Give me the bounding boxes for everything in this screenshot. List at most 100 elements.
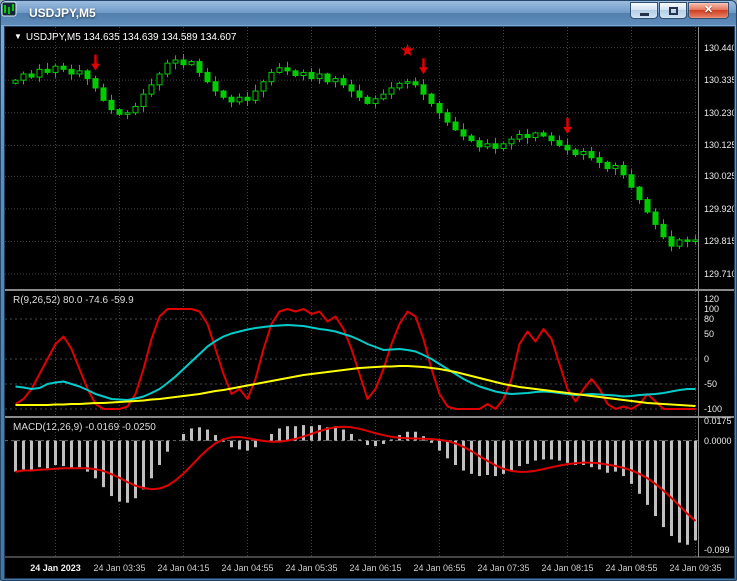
candle-body xyxy=(124,112,131,115)
candle-body xyxy=(556,140,563,146)
candle-body xyxy=(676,239,683,247)
candle-body xyxy=(532,132,539,139)
time-label: 24 Jan 08:15 xyxy=(541,563,594,573)
candle-body xyxy=(20,73,27,81)
price-label: 129.710 xyxy=(704,269,735,280)
sell-arrow-head-icon xyxy=(563,126,572,134)
close-button[interactable]: ✕ xyxy=(688,2,729,19)
candle-body xyxy=(612,164,619,170)
oscillator-scale-label: -100 xyxy=(704,404,723,414)
candle-body xyxy=(92,78,99,89)
star-icon xyxy=(400,43,415,57)
candle-body xyxy=(476,140,483,148)
candle-body xyxy=(604,161,611,170)
chart-info: ▼ USDJPY,M5 134.635 134.639 134.589 134.6… xyxy=(14,32,236,43)
candle-body xyxy=(300,71,307,77)
price-label: 130.440 xyxy=(704,42,735,53)
candle-body xyxy=(100,87,107,101)
time-label: 24 Jan 2023 xyxy=(30,563,81,573)
candle-body xyxy=(380,93,387,100)
candle-body xyxy=(596,157,603,163)
time-label: 24 Jan 06:55 xyxy=(413,563,466,573)
app-icon-image xyxy=(1,1,17,17)
candle-body xyxy=(508,138,515,145)
candle-body xyxy=(652,211,659,225)
time-label: 24 Jan 07:35 xyxy=(477,563,530,573)
candle-body xyxy=(316,73,323,80)
time-label: 24 Jan 06:15 xyxy=(349,563,402,573)
price-label: 130.335 xyxy=(704,75,735,86)
candle-body xyxy=(172,59,179,64)
candle-body xyxy=(156,73,163,86)
candle-body xyxy=(396,82,403,89)
time-label: 24 Jan 05:35 xyxy=(285,563,338,573)
candle-body xyxy=(588,151,595,159)
candle-body xyxy=(484,143,491,148)
minimize-icon xyxy=(639,12,649,16)
candle-body xyxy=(188,61,195,66)
price-label: 130.025 xyxy=(704,171,735,182)
candle-body xyxy=(564,144,571,151)
candle-body xyxy=(180,59,187,66)
title-bar[interactable]: USDJPY,M5 ✕ xyxy=(1,1,736,25)
candle-body xyxy=(636,186,643,201)
candle-body xyxy=(196,61,203,73)
candle-body xyxy=(212,81,219,92)
candle-body xyxy=(140,93,147,108)
candle-body xyxy=(308,71,315,80)
symbol-dropdown-icon[interactable]: ▼ xyxy=(14,32,22,41)
minimize-button[interactable] xyxy=(630,2,658,19)
candle-body xyxy=(60,65,67,70)
sell-arrow-head-icon xyxy=(91,63,100,71)
candle-body xyxy=(76,70,83,75)
time-label: 24 Jan 08:55 xyxy=(605,563,658,573)
oscillator-scale-label: 0 xyxy=(704,354,710,364)
candle-body xyxy=(116,109,123,115)
macd-scale-label: -0.099 xyxy=(704,545,730,556)
chart-area[interactable]: ▼ USDJPY,M5 134.635 134.639 134.589 134.6… xyxy=(4,26,735,579)
candle-body xyxy=(236,96,243,103)
candle-body xyxy=(468,135,475,142)
window-title: USDJPY,M5 xyxy=(29,6,96,20)
candle-body xyxy=(668,236,675,247)
candle-body xyxy=(524,133,531,139)
price-label: 130.125 xyxy=(704,140,735,151)
price-label: 129.815 xyxy=(704,236,735,247)
time-label: 24 Jan 04:15 xyxy=(157,563,210,573)
candle-body xyxy=(492,143,499,149)
sell-arrow-head-icon xyxy=(419,67,428,75)
candle-body xyxy=(108,99,115,111)
candle-body xyxy=(548,135,555,142)
candle-body xyxy=(332,78,339,83)
maximize-button[interactable] xyxy=(659,2,687,19)
oscillator-scale-label: 100 xyxy=(704,304,720,314)
candle-body xyxy=(284,67,291,72)
candle-body xyxy=(628,174,635,188)
candle-body xyxy=(252,90,259,101)
app-window: USDJPY,M5 ✕ ▼ USDJPY,M5 134.635 134.639 1… xyxy=(0,0,737,581)
candle-body xyxy=(228,96,235,103)
candle-body xyxy=(644,199,651,213)
candle-body xyxy=(364,96,371,104)
candle-body xyxy=(244,96,251,101)
candle-body xyxy=(28,73,35,78)
time-label: 24 Jan 09:35 xyxy=(669,563,722,573)
candle-body xyxy=(84,70,91,80)
candle-body xyxy=(572,149,579,156)
macd-scale-label: 0.0175 xyxy=(704,416,732,427)
candle-body xyxy=(220,90,227,98)
indicator-r-label: R(9,26,52) 80.0 -74.6 -59.9 xyxy=(13,295,134,306)
oscillator-scale-label: 50 xyxy=(704,329,715,339)
close-icon: ✕ xyxy=(703,4,714,16)
candle-body xyxy=(388,87,395,95)
candle-body xyxy=(428,93,435,104)
candle-body xyxy=(540,132,547,137)
macd-scale-label: 0.0000 xyxy=(704,435,732,446)
candle-body xyxy=(348,84,355,92)
candle-body xyxy=(684,239,691,242)
candle-body xyxy=(132,106,139,114)
candle-body xyxy=(500,143,507,149)
candle-body xyxy=(692,239,699,242)
app-icon xyxy=(1,1,24,21)
candle-body xyxy=(340,78,347,86)
